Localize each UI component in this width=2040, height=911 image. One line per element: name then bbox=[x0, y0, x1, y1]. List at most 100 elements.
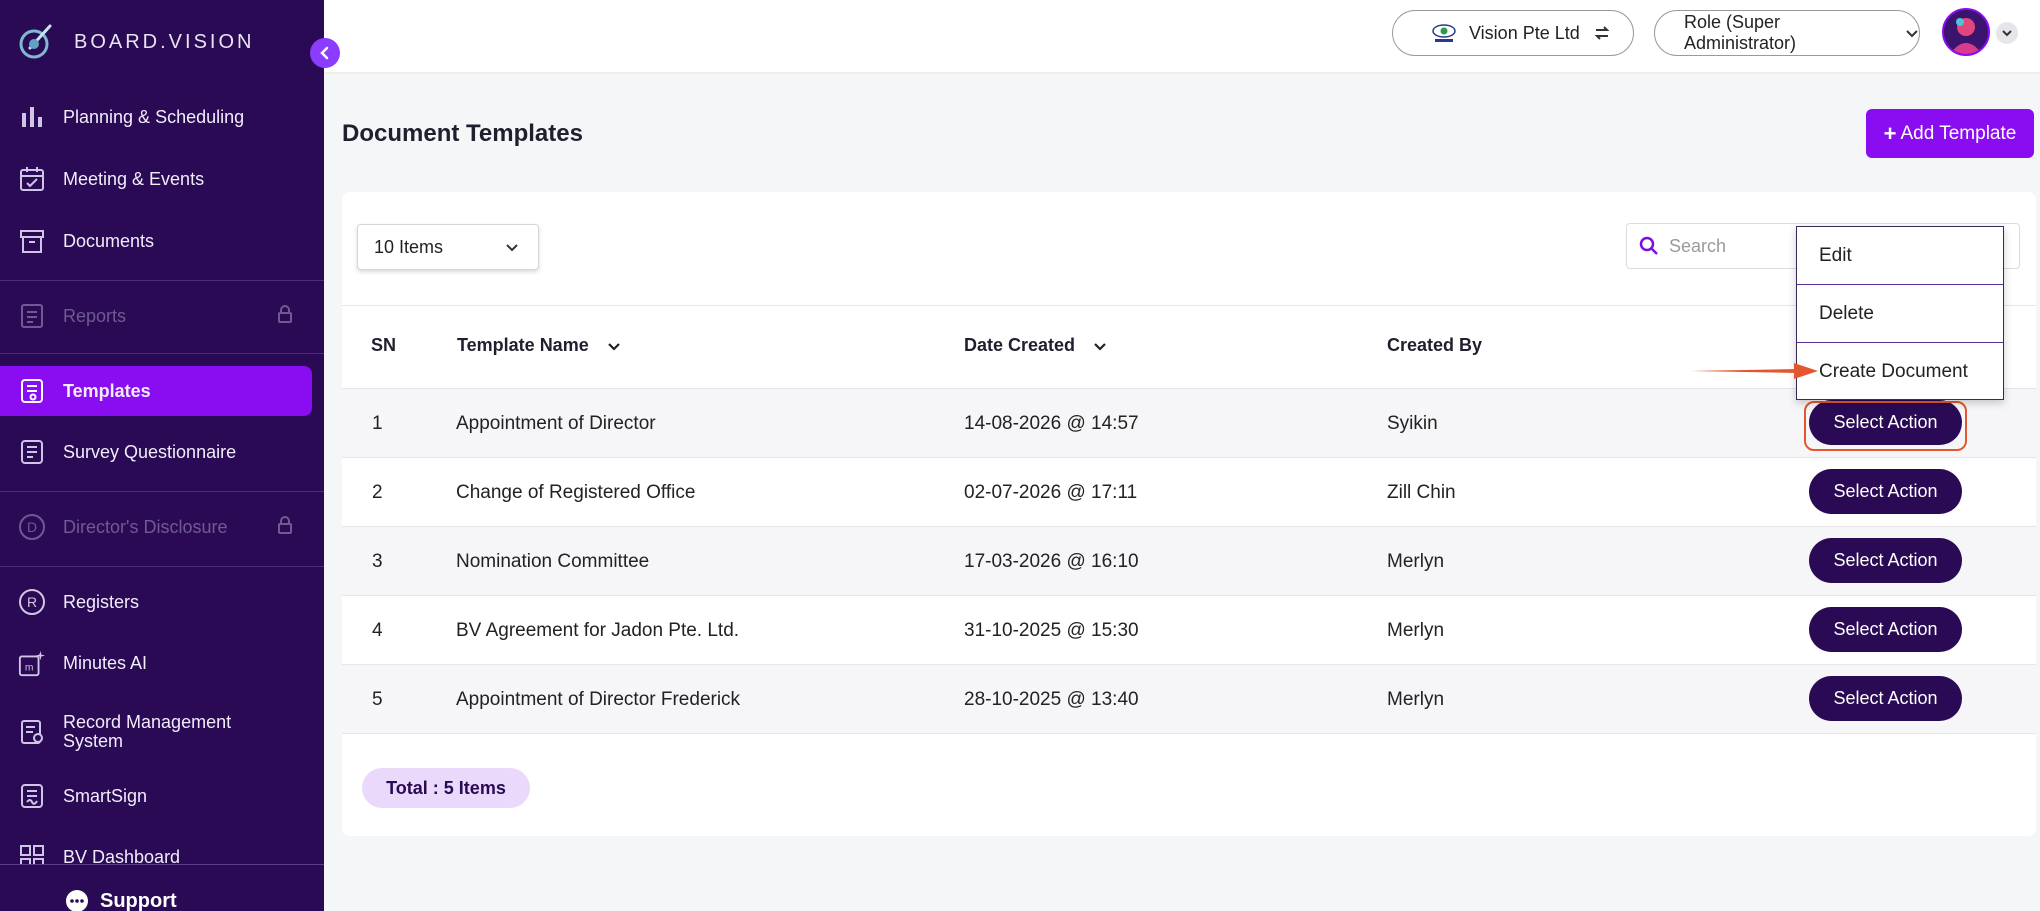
sidebar-item-label: Meeting & Events bbox=[63, 169, 205, 189]
table-row: 4 BV Agreement for Jadon Pte. Ltd. 31-10… bbox=[342, 596, 2036, 665]
action-button-highlight bbox=[1804, 401, 1967, 451]
sidebar-item-label: Director's Disclosure bbox=[63, 517, 228, 537]
cell-created-by: Zill Chin bbox=[1387, 482, 1456, 503]
sidebar-divider bbox=[0, 280, 324, 281]
sort-chevron-icon bbox=[607, 342, 620, 351]
sidebar-item-templates[interactable]: Templates bbox=[0, 366, 312, 416]
cell-template-name: Appointment of Director bbox=[456, 413, 656, 434]
cell-sn: 1 bbox=[372, 413, 383, 434]
table-row: 2 Change of Registered Office 02-07-2026… bbox=[342, 458, 2036, 527]
brand[interactable]: BOARD.VISION bbox=[16, 22, 254, 62]
table-row: 3 Nomination Committee 17-03-2026 @ 16:1… bbox=[342, 527, 2036, 596]
user-avatar-icon bbox=[1944, 10, 1988, 54]
plus-icon: + bbox=[1883, 120, 1897, 146]
items-per-page-select[interactable]: 10 Items bbox=[357, 224, 539, 270]
survey-icon bbox=[18, 438, 46, 466]
total-items-badge: Total : 5 Items bbox=[362, 768, 530, 808]
menu-item-delete[interactable]: Delete bbox=[1797, 285, 2003, 343]
cell-template-name: Change of Registered Office bbox=[456, 482, 696, 503]
cell-template-name: BV Agreement for Jadon Pte. Ltd. bbox=[456, 620, 740, 641]
avatar-menu-button[interactable] bbox=[1996, 22, 2018, 44]
cell-template-name: Nomination Committee bbox=[456, 551, 650, 572]
smartsign-icon bbox=[18, 782, 46, 810]
column-header-label: SN bbox=[371, 335, 397, 355]
sidebar-item-minutes-ai[interactable]: m Minutes AI bbox=[0, 649, 312, 677]
minutes-ai-icon: m bbox=[18, 649, 46, 677]
sidebar-divider bbox=[0, 566, 324, 567]
chat-bubble-icon bbox=[66, 890, 88, 911]
sidebar-item-documents[interactable]: Documents bbox=[0, 228, 312, 254]
pointer-arrow-icon bbox=[1690, 363, 1818, 379]
cell-created-by: Merlyn bbox=[1387, 689, 1445, 710]
sidebar-item-label: SmartSign bbox=[63, 786, 148, 806]
sidebar-item-label: Planning & Scheduling bbox=[63, 107, 245, 127]
chevron-left-icon bbox=[320, 46, 329, 60]
action-dropdown-menu: Edit Delete Create Document bbox=[1796, 226, 2004, 400]
support-button[interactable]: Support bbox=[64, 888, 177, 911]
org-switcher[interactable]: Vision Pte Ltd bbox=[1392, 10, 1634, 56]
role-selector[interactable]: Role (Super Administrator) bbox=[1654, 10, 1920, 56]
table-row: 5 Appointment of Director Frederick 28-1… bbox=[342, 665, 2036, 734]
column-header-label: Date Created bbox=[964, 335, 1076, 355]
sidebar-divider bbox=[0, 491, 324, 492]
column-header-label: Template Name bbox=[457, 335, 589, 355]
avatar[interactable] bbox=[1942, 8, 1990, 56]
role-label: Role (Super Administrator) bbox=[1684, 12, 1797, 53]
sidebar-item-label: Documents bbox=[63, 231, 155, 251]
table-row: 1 Appointment of Director 14-08-2026 @ 1… bbox=[342, 389, 2036, 458]
sidebar-item-label-line1: Record Management bbox=[63, 712, 232, 732]
sidebar-item-record-management[interactable]: Record Management System bbox=[0, 710, 312, 754]
column-header-date-created[interactable]: Date Created bbox=[964, 335, 1107, 356]
cell-created-by: Merlyn bbox=[1387, 620, 1445, 641]
sidebar-item-planning[interactable]: Planning & Scheduling bbox=[0, 104, 312, 130]
select-action-button[interactable]: Select Action bbox=[1809, 607, 1962, 652]
add-template-button[interactable]: + Add Template bbox=[1866, 109, 2034, 158]
cell-sn: 2 bbox=[372, 482, 383, 503]
sidebar-item-label-line2: System bbox=[63, 731, 124, 751]
board-vision-logo-icon bbox=[19, 24, 52, 59]
org-name: Vision Pte Ltd bbox=[1469, 22, 1580, 43]
svg-text:m: m bbox=[25, 662, 34, 673]
bar-chart-icon bbox=[18, 103, 46, 131]
archive-box-icon bbox=[18, 227, 46, 255]
cell-date-created: 31-10-2025 @ 15:30 bbox=[964, 620, 1139, 641]
svg-text:R: R bbox=[27, 594, 37, 610]
column-header-sn: SN bbox=[371, 335, 396, 356]
sidebar: BOARD.VISION Planning & Scheduling Meeti… bbox=[0, 0, 324, 911]
calendar-check-icon bbox=[18, 165, 46, 193]
cell-created-by: Syikin bbox=[1387, 413, 1438, 434]
svg-text:D: D bbox=[27, 519, 37, 535]
chevron-down-icon bbox=[2002, 30, 2012, 37]
column-header-template-name[interactable]: Template Name bbox=[457, 335, 621, 356]
items-per-page-value: 10 Items bbox=[374, 236, 444, 257]
cell-date-created: 17-03-2026 @ 16:10 bbox=[964, 551, 1139, 572]
cell-date-created: 28-10-2025 @ 13:40 bbox=[964, 689, 1139, 710]
cell-created-by: Merlyn bbox=[1387, 551, 1445, 572]
sidebar-collapse-button[interactable] bbox=[310, 38, 340, 68]
cell-date-created: 14-08-2026 @ 14:57 bbox=[964, 413, 1139, 434]
d-circle-icon: D bbox=[18, 513, 46, 541]
select-action-button[interactable]: Select Action bbox=[1809, 469, 1962, 514]
search-icon bbox=[1639, 236, 1658, 255]
sidebar-item-registers[interactable]: R Registers bbox=[0, 589, 312, 615]
add-template-label: Add Template bbox=[1900, 122, 2017, 144]
sidebar-item-survey[interactable]: Survey Questionnaire bbox=[0, 439, 312, 465]
cell-template-name: Appointment of Director Frederick bbox=[456, 689, 741, 710]
brand-name: BOARD.VISION bbox=[74, 30, 255, 53]
select-action-button[interactable]: Select Action bbox=[1809, 538, 1962, 583]
sidebar-item-meetings[interactable]: Meeting & Events bbox=[0, 166, 312, 192]
sidebar-item-label: Reports bbox=[63, 306, 127, 326]
sidebar-item-directors-disclosure: D Director's Disclosure bbox=[0, 514, 312, 540]
column-header-created-by: Created By bbox=[1387, 335, 1482, 356]
select-action-button[interactable]: Select Action bbox=[1809, 676, 1962, 721]
org-logo-icon bbox=[1432, 24, 1456, 42]
sidebar-item-smartsign[interactable]: SmartSign bbox=[0, 783, 312, 809]
menu-item-create-document[interactable]: Create Document bbox=[1797, 343, 2003, 401]
sidebar-divider bbox=[0, 353, 324, 354]
lock-icon bbox=[276, 304, 294, 328]
chevron-down-icon bbox=[1906, 30, 1918, 38]
sidebar-item-label: Survey Questionnaire bbox=[63, 442, 237, 462]
column-header-label: Created By bbox=[1387, 335, 1483, 355]
chevron-down-icon bbox=[506, 244, 518, 252]
menu-item-edit[interactable]: Edit bbox=[1797, 227, 2003, 285]
